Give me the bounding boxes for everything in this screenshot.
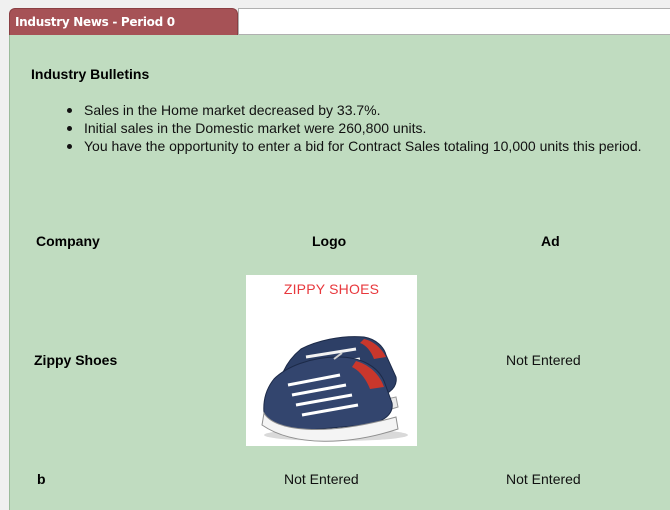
ad-status: Not Entered [506,352,581,368]
bulletin-list: Sales in the Home market decreased by 33… [64,101,664,155]
logo-brand-text: ZIPPY SHOES [283,281,380,297]
company-name: b [37,471,46,487]
column-header-company: Company [36,233,100,249]
bulletin-item: Initial sales in the Domestic market wer… [64,119,664,137]
tab-bar: Industry News - Period 0 [9,8,670,35]
ad-status: Not Entered [506,471,581,487]
bulletin-item: You have the opportunity to enter a bid … [64,137,664,155]
bulletins-title: Industry Bulletins [31,66,150,82]
bulletin-item: Sales in the Home market decreased by 33… [64,101,664,119]
logo-status: Not Entered [284,471,359,487]
company-name: Zippy Shoes [34,352,118,368]
tab-industry-news[interactable]: Industry News - Period 0 [9,8,238,35]
company-logo-image: ZIPPY SHOES [246,275,417,446]
column-header-ad: Ad [541,233,560,249]
industry-news-panel: Industry Bulletins Sales in the Home mar… [9,35,670,510]
tab-bar-fill [238,8,670,35]
sneakers-icon [261,336,408,442]
column-header-logo: Logo [312,233,347,249]
